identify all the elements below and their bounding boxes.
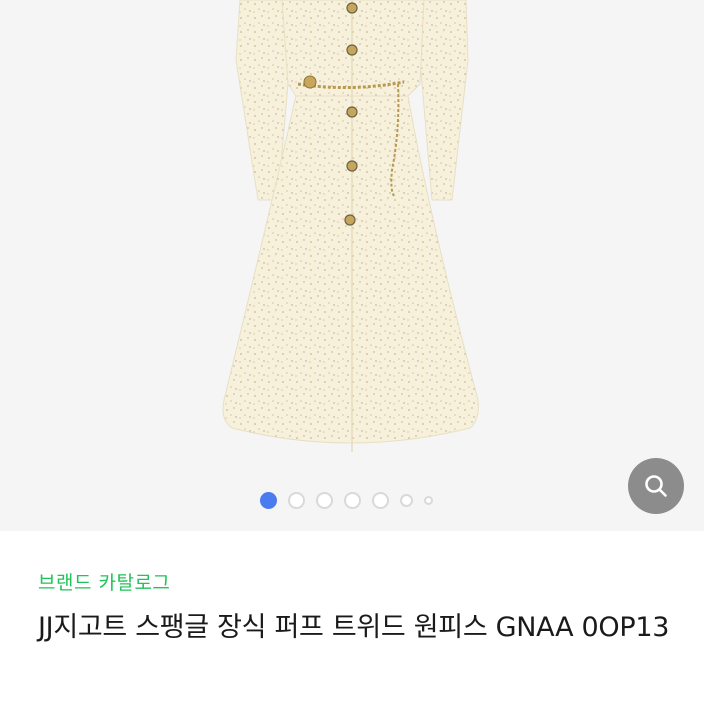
carousel-dot-7[interactable] — [424, 495, 433, 505]
carousel-dot-2[interactable] — [288, 491, 305, 509]
carousel-dot-5[interactable] — [372, 491, 389, 509]
product-title: JJ지고트 스팽글 장식 퍼프 트위드 원피스 GNAA 0OP13 — [38, 612, 670, 643]
product-image[interactable] — [0, 0, 704, 531]
carousel-dot-6[interactable] — [400, 493, 413, 507]
carousel-dot-4[interactable] — [344, 491, 361, 509]
product-image-gallery[interactable] — [0, 0, 704, 531]
brand-catalog-link[interactable]: 브랜드 카탈로그 — [38, 568, 170, 595]
search-icon — [645, 475, 667, 497]
carousel-dot-3[interactable] — [316, 491, 333, 509]
carousel-dot-1[interactable] — [260, 491, 277, 509]
carousel-pagination — [260, 490, 444, 510]
zoom-button[interactable] — [628, 458, 684, 514]
